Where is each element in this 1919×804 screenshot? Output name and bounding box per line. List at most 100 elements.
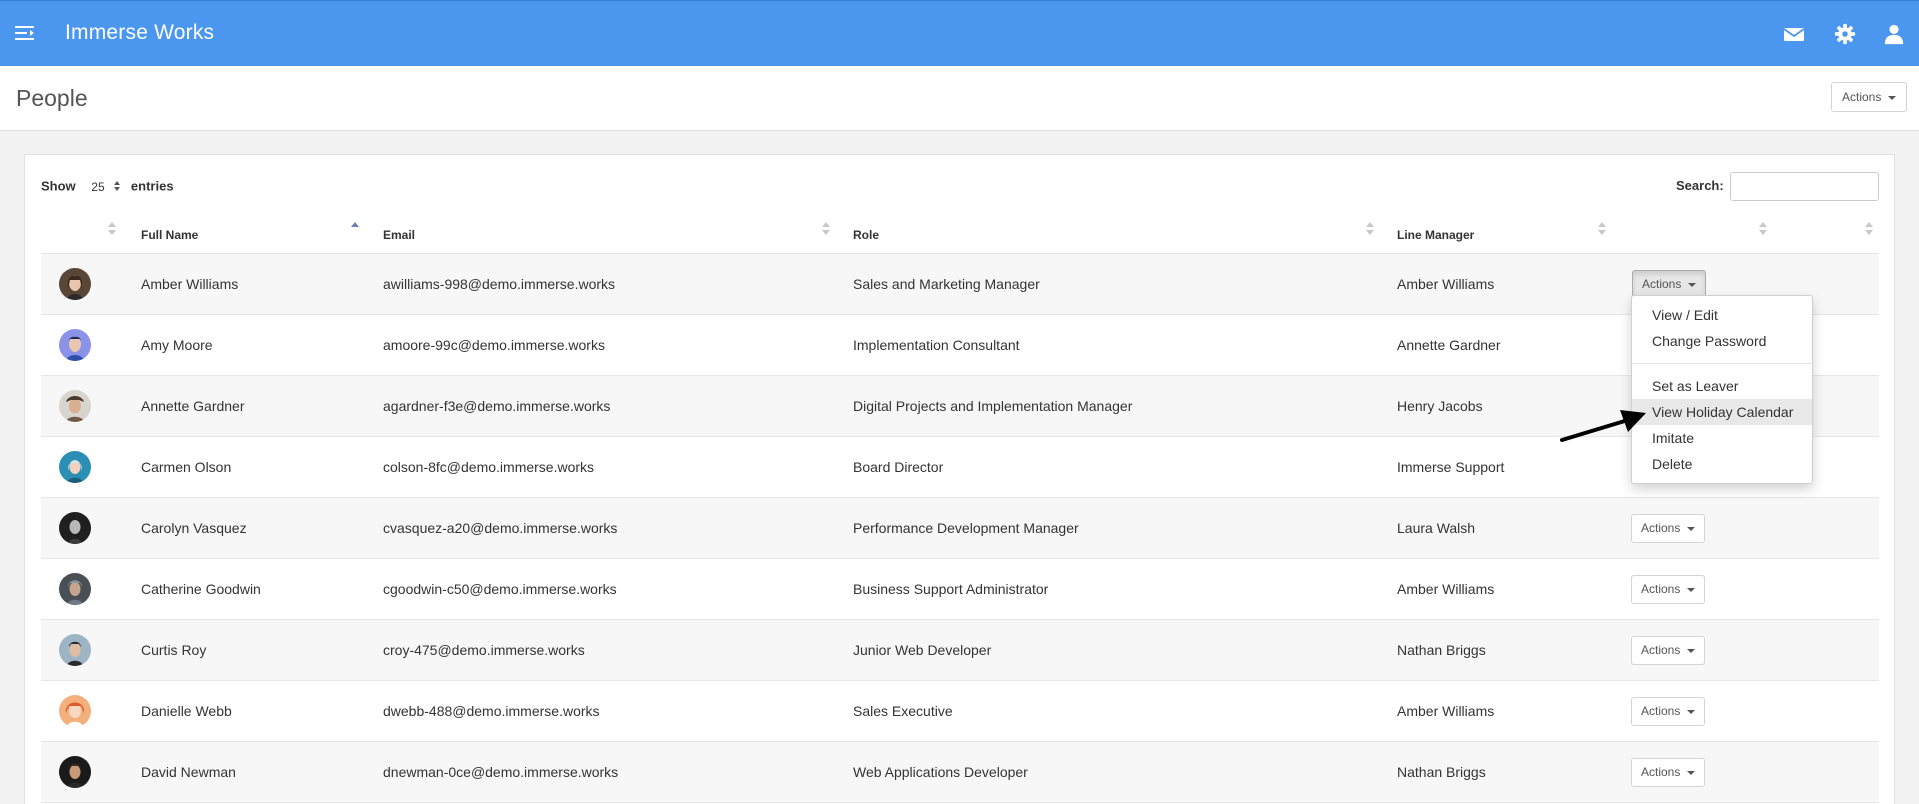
chevron-down-icon [1686, 648, 1695, 653]
sort-role-column[interactable] [1366, 222, 1374, 238]
row-actions-label: Actions [1642, 277, 1682, 291]
row-actions-button[interactable]: Actions [1631, 758, 1705, 787]
chevron-down-icon [1686, 709, 1695, 714]
email-cell: amoore-99c@demo.immerse.works [383, 337, 605, 353]
table-row: Carmen Olson colson-8fc@demo.immerse.wor… [41, 437, 1879, 498]
full-name-cell[interactable]: David Newman [141, 764, 236, 780]
spinner-arrows-icon [114, 181, 121, 193]
gear-icon[interactable] [1833, 23, 1857, 45]
full-name-cell[interactable]: Annette Gardner [141, 398, 245, 414]
show-entries-control: Show 25 entries [41, 177, 174, 197]
top-navbar: Immerse Works [0, 0, 1919, 66]
row-actions-button[interactable]: Actions [1631, 514, 1705, 543]
show-label: Show [41, 178, 76, 194]
sort-full-name-column[interactable] [351, 222, 359, 238]
row-actions-dropdown-menu: View / Edit Change Password Set as Leave… [1631, 295, 1813, 484]
menu-item-set-as-leaver[interactable]: Set as Leaver [1632, 373, 1812, 399]
mail-icon[interactable] [1782, 23, 1806, 45]
line-manager-cell: Nathan Briggs [1397, 764, 1486, 780]
line-manager-cell: Nathan Briggs [1397, 642, 1486, 658]
user-icon[interactable] [1882, 23, 1906, 45]
role-cell: Sales Executive [853, 703, 953, 719]
row-actions-button[interactable]: Actions [1631, 575, 1705, 604]
table-row: Carolyn Vasquez cvasquez-a20@demo.immers… [41, 498, 1879, 559]
email-cell: awilliams-998@demo.immerse.works [383, 276, 616, 292]
avatar [59, 756, 91, 788]
sort-actions-column[interactable] [1865, 222, 1873, 238]
entries-label: entries [130, 178, 174, 194]
line-manager-cell: Laura Walsh [1397, 520, 1476, 536]
email-cell: dwebb-488@demo.immerse.works [383, 703, 600, 719]
email-cell: agardner-f3e@demo.immerse.works [383, 398, 611, 414]
avatar [59, 329, 91, 361]
full-name-cell[interactable]: Carmen Olson [141, 459, 231, 475]
menu-item-delete[interactable]: Delete [1632, 451, 1812, 477]
app-title[interactable]: Immerse Works [65, 21, 214, 45]
entries-per-page-select[interactable]: 25 [83, 177, 123, 197]
menu-item-view-edit[interactable]: View / Edit [1632, 302, 1812, 328]
chevron-down-icon [1686, 526, 1695, 531]
line-manager-cell: Immerse Support [1397, 459, 1505, 475]
search-label: Search: [1676, 178, 1724, 193]
role-cell: Board Director [853, 459, 944, 475]
page-actions-button[interactable]: Actions [1831, 82, 1907, 112]
entries-per-page-value: 25 [91, 180, 105, 194]
full-name-cell[interactable]: Amber Williams [141, 276, 238, 292]
column-header-line-manager[interactable]: Line Manager [1397, 228, 1474, 242]
row-actions-label: Actions [1641, 765, 1681, 779]
role-cell: Junior Web Developer [853, 642, 992, 658]
role-cell: Business Support Administrator [853, 581, 1049, 597]
chevron-down-icon [1887, 95, 1896, 100]
row-actions-button[interactable]: Actions [1631, 636, 1705, 665]
line-manager-cell: Amber Williams [1397, 276, 1495, 292]
email-cell: croy-475@demo.immerse.works [383, 642, 585, 658]
role-cell: Digital Projects and Implementation Mana… [853, 398, 1133, 414]
menu-item-imitate[interactable]: Imitate [1632, 425, 1812, 451]
chevron-down-icon [1686, 587, 1695, 592]
line-manager-cell: Annette Gardner [1397, 337, 1501, 353]
row-actions-label: Actions [1641, 521, 1681, 535]
line-manager-cell: Henry Jacobs [1397, 398, 1483, 414]
sort-email-column[interactable] [822, 222, 830, 238]
full-name-cell[interactable]: Amy Moore [141, 337, 213, 353]
sort-line-manager-column[interactable] [1598, 222, 1606, 238]
role-cell: Web Applications Developer [853, 764, 1028, 780]
full-name-cell[interactable]: Catherine Goodwin [141, 581, 261, 597]
sort-extra-column[interactable] [1759, 222, 1767, 238]
menu-item-change-password[interactable]: Change Password [1632, 328, 1812, 354]
table-row: Catherine Goodwin cgoodwin-c50@demo.imme… [41, 559, 1879, 620]
avatar [59, 695, 91, 727]
email-cell: cvasquez-a20@demo.immerse.works [383, 520, 618, 536]
pointer-arrow-icon [1560, 410, 1646, 442]
full-name-cell[interactable]: Danielle Webb [141, 703, 232, 719]
avatar [59, 390, 91, 422]
avatar [59, 634, 91, 666]
email-cell: dnewman-0ce@demo.immerse.works [383, 764, 619, 780]
row-actions-label: Actions [1641, 643, 1681, 657]
email-cell: cgoodwin-c50@demo.immerse.works [383, 581, 617, 597]
full-name-cell[interactable]: Carolyn Vasquez [141, 520, 247, 536]
row-actions-label: Actions [1641, 582, 1681, 596]
page-title: People [16, 85, 88, 111]
role-cell: Sales and Marketing Manager [853, 276, 1040, 292]
sort-avatar-column[interactable] [108, 222, 116, 238]
column-header-email[interactable]: Email [383, 228, 415, 242]
table-row: Amy Moore amoore-99c@demo.immerse.works … [41, 315, 1879, 376]
row-actions-button[interactable]: Actions [1631, 697, 1705, 726]
menu-item-view-holiday-calendar[interactable]: View Holiday Calendar [1632, 399, 1812, 425]
line-manager-cell: Amber Williams [1397, 581, 1495, 597]
column-header-full-name[interactable]: Full Name [141, 228, 198, 242]
chevron-down-icon [1687, 282, 1696, 287]
menu-divider [1632, 363, 1812, 364]
search-input[interactable] [1730, 172, 1879, 201]
full-name-cell[interactable]: Curtis Roy [141, 642, 206, 658]
table-row: Amber Williams awilliams-998@demo.immers… [41, 254, 1879, 315]
email-cell: colson-8fc@demo.immerse.works [383, 459, 595, 475]
line-manager-cell: Amber Williams [1397, 703, 1495, 719]
chevron-down-icon [1686, 770, 1695, 775]
row-actions-label: Actions [1641, 704, 1681, 718]
avatar [59, 268, 91, 300]
role-cell: Implementation Consultant [853, 337, 1020, 353]
column-header-role[interactable]: Role [853, 228, 879, 242]
menu-toggle-icon[interactable] [15, 26, 34, 42]
